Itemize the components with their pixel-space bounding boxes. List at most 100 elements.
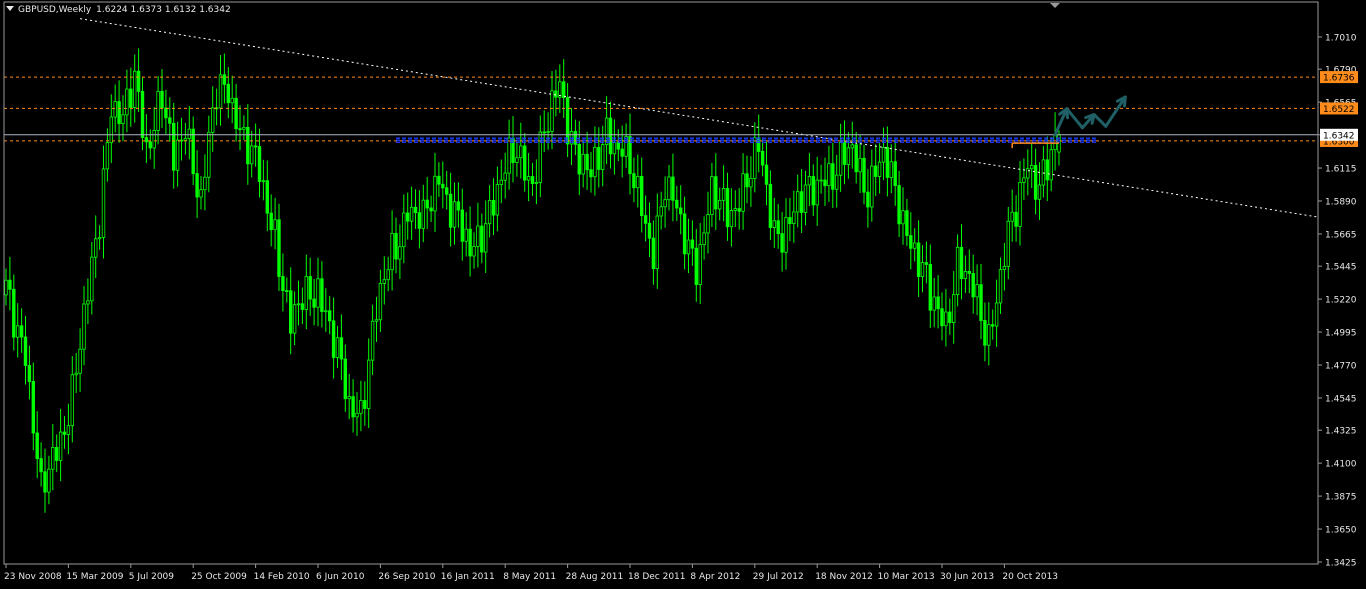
- candle-body: [23, 336, 28, 366]
- candle-body: [651, 237, 656, 270]
- candle-body: [86, 300, 90, 305]
- candle-body: [846, 147, 851, 165]
- candle-body: [530, 176, 535, 184]
- candle-body: [4, 279, 8, 296]
- candle-body: [901, 210, 905, 225]
- candle: [97, 225, 102, 250]
- candle-body: [593, 146, 597, 178]
- candle-body: [199, 189, 203, 198]
- candle: [164, 89, 168, 135]
- candle-body: [983, 320, 987, 346]
- level-price-tag-label: 1.6522: [1323, 105, 1355, 115]
- candle-body: [601, 144, 605, 170]
- candle-body: [581, 153, 585, 175]
- candle-body: [959, 246, 964, 279]
- candle-body: [858, 157, 862, 173]
- candle-body: [363, 400, 367, 409]
- candle-body: [905, 210, 909, 236]
- candle: [667, 164, 671, 211]
- price-chart[interactable]: 1.70101.67901.65651.63421.61151.58901.56…: [0, 0, 1366, 585]
- candle-body: [62, 431, 67, 435]
- candle: [983, 302, 987, 362]
- candle: [214, 88, 219, 126]
- candle-body: [721, 188, 726, 201]
- candle: [569, 108, 574, 166]
- candle: [31, 362, 35, 451]
- candle: [784, 198, 788, 270]
- candle: [823, 157, 827, 206]
- candle-body: [308, 276, 312, 300]
- candle: [620, 125, 624, 178]
- candle-body: [343, 358, 347, 400]
- candle: [632, 157, 636, 203]
- candle-body: [928, 264, 932, 311]
- x-tick-label: 8 Apr 2012: [690, 572, 740, 582]
- candle-body: [710, 176, 714, 216]
- candle-body: [218, 74, 223, 109]
- candle: [1033, 148, 1038, 215]
- projection-arrow-segment: [1065, 107, 1084, 130]
- candle-body: [690, 239, 695, 249]
- candle-body: [285, 290, 289, 293]
- candle: [136, 48, 141, 112]
- candle-body: [874, 165, 878, 177]
- candle-body: [897, 185, 901, 225]
- candle: [811, 164, 815, 216]
- candle-body: [955, 246, 960, 295]
- candle: [51, 424, 55, 491]
- candle: [803, 170, 808, 226]
- candle: [222, 53, 227, 104]
- candle-body: [612, 142, 617, 155]
- candle-body: [616, 142, 620, 150]
- x-tick-label: 28 Aug 2011: [566, 572, 624, 582]
- candle-body: [686, 239, 691, 255]
- x-tick-label: 26 Sep 2010: [378, 572, 435, 582]
- candle: [444, 170, 449, 210]
- candle-body: [776, 220, 780, 235]
- candle: [1057, 130, 1061, 166]
- candles-layer: [4, 48, 1061, 513]
- candle: [792, 190, 796, 243]
- candle: [109, 94, 113, 164]
- y-tick-label: 1.5890: [1325, 197, 1357, 207]
- candle: [249, 130, 254, 178]
- candle: [300, 287, 305, 325]
- candle-body: [632, 173, 636, 189]
- candle: [316, 257, 320, 327]
- candle-body: [230, 97, 234, 104]
- candle: [764, 141, 769, 206]
- candle: [339, 314, 344, 381]
- candle-body: [1014, 211, 1018, 227]
- candle-body: [113, 101, 117, 118]
- candle: [472, 232, 476, 269]
- candle: [515, 141, 519, 177]
- dropdown-triangle-icon[interactable]: [6, 6, 14, 11]
- candle: [320, 261, 324, 328]
- candle-body: [866, 191, 870, 208]
- candle: [733, 190, 737, 227]
- candle: [152, 107, 156, 169]
- candle: [589, 152, 593, 193]
- candle-body: [210, 107, 215, 133]
- candle-body: [523, 145, 527, 181]
- candle-body: [433, 175, 437, 212]
- candle-body: [331, 320, 336, 358]
- candle: [550, 71, 554, 150]
- candle-body: [975, 284, 979, 298]
- candle: [827, 145, 831, 202]
- candle: [35, 411, 39, 479]
- chart-window[interactable]: GBPUSD,Weekly 1.6224 1.6373 1.6132 1.6342…: [0, 0, 1366, 585]
- y-tick-label: 1.4995: [1325, 329, 1357, 339]
- candle: [491, 178, 496, 236]
- candle: [760, 138, 765, 177]
- candle: [405, 192, 410, 240]
- y-tick-label: 1.4770: [1325, 362, 1357, 372]
- candle: [573, 119, 578, 156]
- candle-body: [1022, 177, 1026, 183]
- candle-body: [862, 157, 866, 193]
- candle: [679, 185, 683, 235]
- candle: [171, 102, 176, 189]
- candle-body: [913, 242, 917, 249]
- candle-body: [58, 431, 63, 461]
- candle: [671, 153, 675, 222]
